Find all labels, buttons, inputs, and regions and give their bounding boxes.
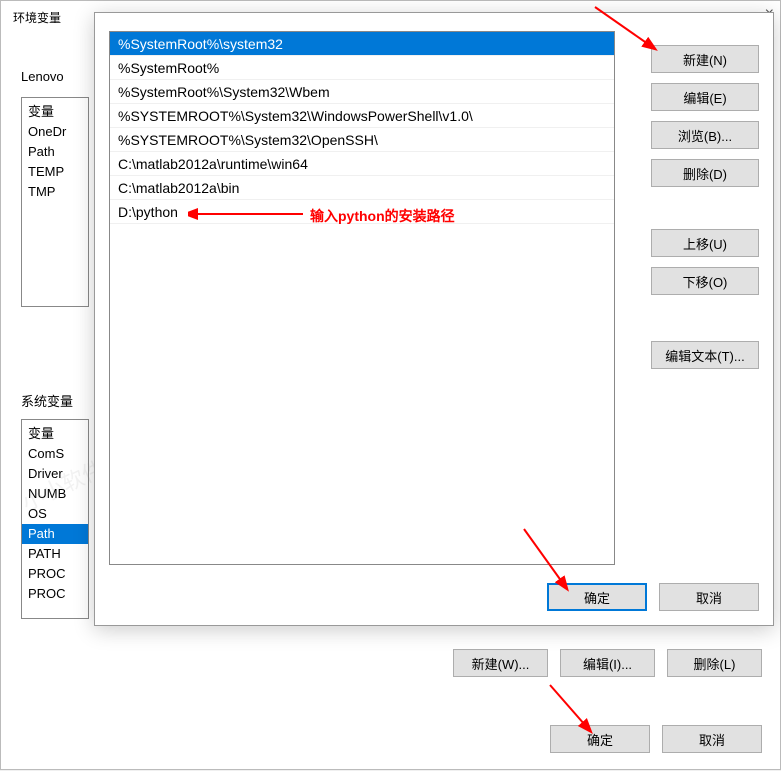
list-item[interactable]: TEMP [28,162,82,182]
list-item[interactable]: NUMB [28,484,82,504]
path-entry[interactable]: C:\matlab2012a\bin [110,176,614,200]
ok-button[interactable]: 确定 [550,725,650,753]
move-down-button[interactable]: 下移(O) [651,267,759,295]
system-vars-label: 系统变量 [21,391,73,410]
new-button[interactable]: 新建(N) [651,45,759,73]
list-item[interactable]: Path [22,524,88,544]
annotation-label: 输入python的安装路径 [310,206,455,226]
path-entry[interactable]: C:\matlab2012a\runtime\win64 [110,152,614,176]
list-item[interactable]: PROC [28,564,82,584]
list-item[interactable]: Driver [28,464,82,484]
list-item[interactable]: OS [28,504,82,524]
edit-i-button[interactable]: 编辑(I)... [560,649,655,677]
list-item[interactable]: Path [28,142,82,162]
list-item[interactable]: TMP [28,182,82,202]
move-up-button[interactable]: 上移(U) [651,229,759,257]
path-listbox[interactable]: %SystemRoot%\system32 %SystemRoot% %Syst… [109,31,615,565]
browse-button[interactable]: 浏览(B)... [651,121,759,149]
column-header: 变量 [28,102,82,122]
path-entry[interactable]: %SYSTEMROOT%\System32\WindowsPowerShell\… [110,104,614,128]
edit-button[interactable]: 编辑(E) [651,83,759,111]
cancel-button[interactable]: 取消 [659,583,759,611]
list-item[interactable]: ComS [28,444,82,464]
list-item[interactable]: PATH [28,544,82,564]
side-button-column: 新建(N) 编辑(E) 浏览(B)... 删除(D) 上移(U) 下移(O) 编… [651,45,759,379]
user-vars-label: Lenovo [21,69,64,84]
new-w-button[interactable]: 新建(W)... [453,649,548,677]
list-item[interactable]: PROC [28,584,82,604]
delete-l-button[interactable]: 删除(L) [667,649,762,677]
column-header: 变量 [28,424,82,444]
edit-path-dialog: %SystemRoot%\system32 %SystemRoot% %Syst… [94,12,774,626]
delete-button[interactable]: 删除(D) [651,159,759,187]
path-entry[interactable]: %SystemRoot%\system32 [110,32,614,56]
cancel-button[interactable]: 取消 [662,725,762,753]
system-vars-listbox[interactable]: 变量 ComS Driver NUMB OS Path PATH PROC PR… [21,419,89,619]
path-entry[interactable]: %SYSTEMROOT%\System32\OpenSSH\ [110,128,614,152]
ok-button[interactable]: 确定 [547,583,647,611]
dialog-footer: 确定 取消 [547,583,759,611]
list-item[interactable]: OneDr [28,122,82,142]
user-vars-listbox[interactable]: 变量 OneDr Path TEMP TMP [21,97,89,307]
path-entry[interactable]: %SystemRoot% [110,56,614,80]
edit-text-button[interactable]: 编辑文本(T)... [651,341,759,369]
path-entry[interactable]: %SystemRoot%\System32\Wbem [110,80,614,104]
